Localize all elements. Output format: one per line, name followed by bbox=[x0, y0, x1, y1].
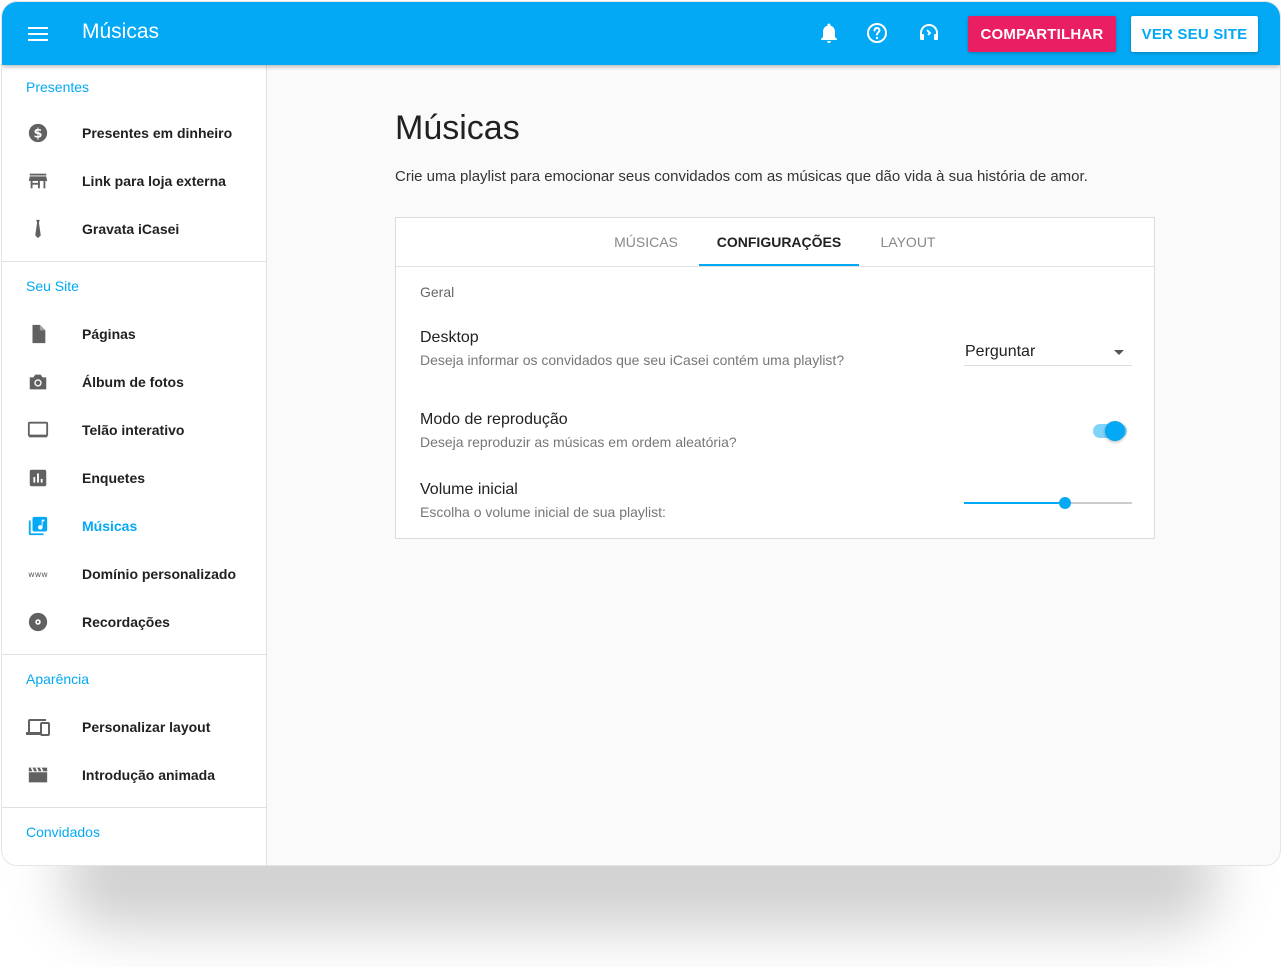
sidebar-item-personalizar-layout[interactable]: Personalizar layout bbox=[2, 703, 266, 751]
setting-title: Desktop bbox=[420, 329, 479, 346]
page-description: Crie uma playlist para emocionar seus co… bbox=[395, 168, 1088, 185]
settings-card: MÚSICAS CONFIGURAÇÕES LAYOUT Geral Deskt… bbox=[395, 217, 1155, 539]
sidebar-section-convidados[interactable]: Convidados bbox=[2, 808, 266, 856]
headset-icon[interactable] bbox=[917, 21, 941, 45]
disc-icon bbox=[26, 610, 50, 634]
volume-slider[interactable] bbox=[964, 493, 1132, 513]
page-icon bbox=[26, 322, 50, 346]
sidebar-item-label: Link para loja externa bbox=[82, 173, 226, 189]
chevron-down-icon bbox=[1114, 350, 1124, 355]
sidebar-item-label: Álbum de fotos bbox=[82, 374, 184, 390]
setting-subtitle: Deseja informar os convidados que seu iC… bbox=[420, 352, 845, 368]
sidebar-item-presentes-em-dinheiro[interactable]: $ Presentes em dinheiro bbox=[2, 109, 266, 157]
sidebar-item-link-loja-externa[interactable]: Link para loja externa bbox=[2, 157, 266, 205]
sidebar-section-presentes[interactable]: Presentes bbox=[2, 65, 266, 109]
shuffle-toggle[interactable] bbox=[1091, 419, 1129, 443]
tab-bar: MÚSICAS CONFIGURAÇÕES LAYOUT bbox=[396, 218, 1154, 267]
app-title: Músicas bbox=[82, 20, 160, 43]
top-app-bar: Músicas COMPARTILHAR VER SEU SITE bbox=[2, 2, 1280, 65]
group-label: Geral bbox=[420, 284, 455, 300]
sidebar-item-label: Domínio personalizado bbox=[82, 566, 237, 582]
select-value: Perguntar bbox=[965, 343, 1036, 360]
sidebar-item-introducao-animada[interactable]: Introdução animada bbox=[2, 751, 266, 799]
setting-title: Volume inicial bbox=[420, 481, 518, 498]
tab-configuracoes[interactable]: CONFIGURAÇÕES bbox=[699, 218, 859, 266]
bell-icon[interactable] bbox=[817, 21, 841, 45]
sidebar-item-label: Telão interativo bbox=[82, 422, 185, 438]
sidebar-item-recordacoes[interactable]: Recordações bbox=[2, 598, 266, 646]
setting-subtitle: Escolha o volume inicial de sua playlist… bbox=[420, 504, 666, 520]
camera-icon bbox=[26, 370, 50, 394]
sidebar-item-label: Enquetes bbox=[82, 470, 146, 486]
menu-icon[interactable] bbox=[26, 22, 50, 46]
tie-icon bbox=[26, 217, 50, 241]
music-library-icon bbox=[26, 514, 50, 538]
slider-thumb[interactable] bbox=[1058, 497, 1071, 509]
sidebar-item-enquetes[interactable]: Enquetes bbox=[2, 454, 266, 502]
sidebar-item-telao-interativo[interactable]: Telão interativo bbox=[2, 406, 266, 454]
main-content: Músicas Crie uma playlist para emocionar… bbox=[268, 65, 1280, 865]
setting-title: Modo de reprodução bbox=[420, 411, 568, 428]
tab-musicas[interactable]: MÚSICAS bbox=[596, 218, 696, 266]
sidebar-item-label: Páginas bbox=[82, 326, 136, 342]
page-title: Músicas bbox=[395, 109, 520, 147]
sidebar-item-label: Personalizar layout bbox=[82, 719, 211, 735]
svg-text:$: $ bbox=[34, 127, 43, 142]
app-window: Músicas COMPARTILHAR VER SEU SITE Presen… bbox=[1, 1, 1281, 866]
sidebar-item-dominio-personalizado[interactable]: www Domínio personalizado bbox=[2, 550, 266, 598]
share-button[interactable]: COMPARTILHAR bbox=[968, 16, 1116, 52]
desktop-select[interactable]: Perguntar bbox=[964, 342, 1132, 366]
store-icon bbox=[26, 169, 50, 193]
view-site-button[interactable]: VER SEU SITE bbox=[1131, 16, 1258, 52]
tab-indicator bbox=[699, 264, 859, 266]
sidebar-item-label: Gravata iCasei bbox=[82, 221, 180, 237]
setting-volume: Volume inicial Escolha o volume inicial … bbox=[420, 481, 666, 520]
sidebar-item-label: Recordações bbox=[82, 614, 170, 630]
sidebar-item-musicas[interactable]: Músicas bbox=[2, 502, 266, 550]
devices-icon bbox=[26, 715, 50, 739]
screen-icon bbox=[26, 418, 50, 442]
sidebar-section-seu-site[interactable]: Seu Site bbox=[2, 262, 266, 310]
setting-playback: Modo de reprodução Deseja reproduzir as … bbox=[420, 411, 737, 450]
poll-icon bbox=[26, 466, 50, 490]
tab-layout[interactable]: LAYOUT bbox=[862, 218, 954, 266]
slider-fill bbox=[964, 502, 1065, 504]
dollar-icon: $ bbox=[26, 121, 50, 145]
help-icon[interactable] bbox=[865, 21, 889, 45]
sidebar-item-gravata-icasei[interactable]: Gravata iCasei bbox=[2, 205, 266, 253]
www-icon: www bbox=[26, 562, 50, 586]
sidebar-section-aparencia[interactable]: Aparência bbox=[2, 655, 266, 703]
sidebar-item-album-de-fotos[interactable]: Álbum de fotos bbox=[2, 358, 266, 406]
setting-desktop: Desktop Deseja informar os convidados qu… bbox=[420, 329, 844, 368]
svg-text:www: www bbox=[28, 570, 48, 579]
toggle-thumb bbox=[1105, 421, 1125, 441]
setting-subtitle: Deseja reproduzir as músicas em ordem al… bbox=[420, 434, 737, 450]
sidebar-item-label: Introdução animada bbox=[82, 767, 216, 783]
sidebar-item-label: Músicas bbox=[82, 518, 138, 534]
sidebar-item-paginas[interactable]: Páginas bbox=[2, 310, 266, 358]
clapperboard-icon bbox=[26, 763, 50, 787]
sidebar-item-label: Presentes em dinheiro bbox=[82, 125, 233, 141]
sidebar: Presentes $ Presentes em dinheiro Link p… bbox=[2, 65, 267, 865]
